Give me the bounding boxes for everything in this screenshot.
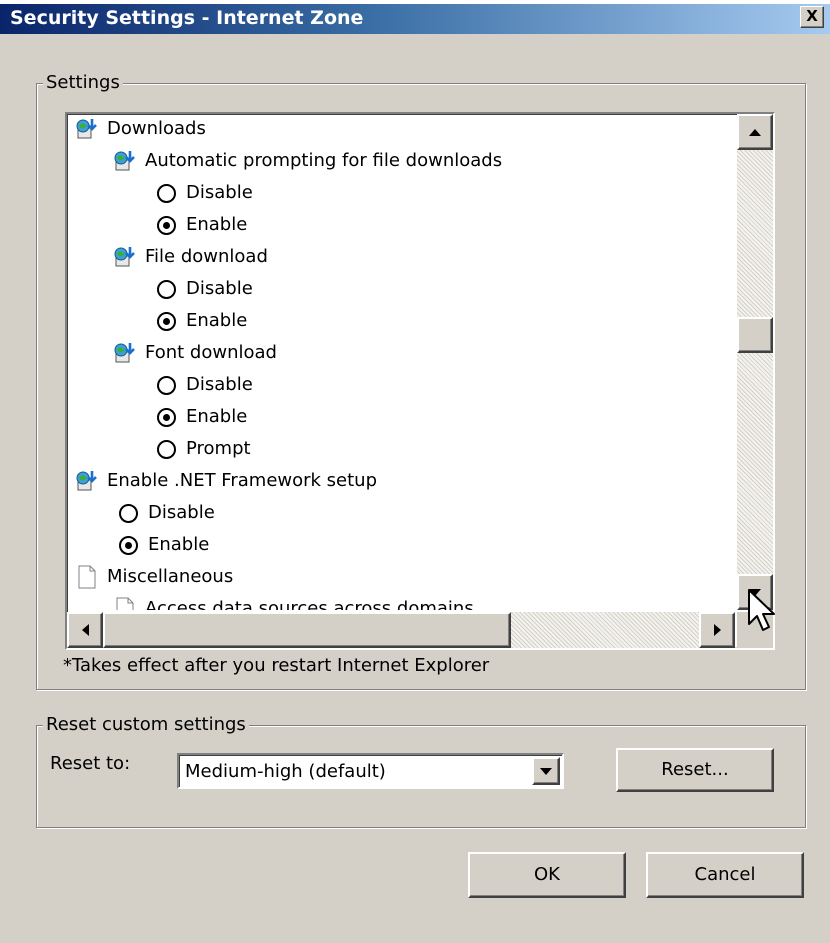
settings-tree: Downloads Automatic prompting for file do… <box>67 114 735 610</box>
tree-setting[interactable]: Access data sources across domains <box>113 593 474 610</box>
tree-item-label: Disable <box>186 374 253 395</box>
vertical-scroll-thumb[interactable] <box>737 317 773 353</box>
arrow-up-icon <box>749 128 761 136</box>
tree-item-label: Downloads <box>107 118 206 139</box>
tree-item-label: Enable <box>186 310 248 331</box>
tree-item-label: Disable <box>186 278 253 299</box>
radio-option[interactable]: Enable <box>155 401 247 433</box>
settings-globe-icon <box>113 341 137 365</box>
settings-group-legend: Settings <box>43 71 123 95</box>
settings-globe-icon <box>113 245 137 269</box>
tree-item-label: Enable <box>186 406 248 427</box>
tree-setting[interactable]: Font download <box>113 337 277 369</box>
settings-globe-icon <box>75 117 99 141</box>
vertical-scrollbar[interactable] <box>737 114 773 610</box>
reset-group-legend: Reset custom settings <box>43 713 249 737</box>
tree-item-label: File download <box>145 246 268 267</box>
radio-dot <box>163 221 170 229</box>
radio-option[interactable]: Disable <box>155 273 253 305</box>
document-icon <box>113 597 137 610</box>
tree-item-label: Disable <box>186 182 253 203</box>
radio-unselected-icon[interactable] <box>157 183 176 203</box>
radio-option[interactable]: Disable <box>155 177 253 209</box>
horizontal-scrollbar[interactable] <box>67 612 735 648</box>
tree-item-label: Enable <box>186 214 248 235</box>
radio-selected-icon[interactable] <box>157 311 176 331</box>
radio-unselected-icon[interactable] <box>157 279 176 299</box>
tree-item-label: Font download <box>145 342 277 363</box>
cancel-button[interactable]: Cancel <box>646 852 804 898</box>
reset-level-value: Medium-high (default) <box>185 761 386 782</box>
tree-category[interactable]: Downloads <box>75 114 206 145</box>
radio-option[interactable]: Disable <box>117 497 215 529</box>
radio-unselected-icon[interactable] <box>157 439 176 459</box>
radio-option[interactable]: Disable <box>155 369 253 401</box>
arrow-left-icon <box>81 624 89 636</box>
window-title: Security Settings - Internet Zone <box>10 7 364 29</box>
radio-selected-icon[interactable] <box>157 215 176 235</box>
arrow-right-icon <box>713 624 721 636</box>
radio-option[interactable]: Enable <box>117 529 209 561</box>
mouse-cursor-icon <box>748 589 775 631</box>
radio-unselected-icon[interactable] <box>157 375 176 395</box>
reset-to-label: Reset to: <box>50 753 131 774</box>
restart-note: *Takes effect after you restart Internet… <box>63 655 490 676</box>
settings-tree-list[interactable]: Downloads Automatic prompting for file do… <box>65 112 775 650</box>
scroll-right-button[interactable] <box>699 612 735 648</box>
tree-setting[interactable]: Automatic prompting for file downloads <box>113 145 502 177</box>
tree-item-label: Miscellaneous <box>107 566 234 587</box>
tree-item-label: Enable <box>148 534 210 555</box>
ok-button[interactable]: OK <box>468 852 626 898</box>
radio-dot <box>163 413 170 421</box>
radio-selected-icon[interactable] <box>157 407 176 427</box>
scroll-left-button[interactable] <box>67 612 103 648</box>
tree-setting[interactable]: File download <box>113 241 268 273</box>
document-icon <box>75 565 99 589</box>
radio-option[interactable]: Enable <box>155 209 247 241</box>
chevron-down-icon <box>540 767 552 775</box>
tree-item-label: Disable <box>148 502 215 523</box>
radio-option[interactable]: Enable <box>155 305 247 337</box>
title-bar: Security Settings - Internet Zone X <box>0 0 830 34</box>
radio-dot <box>163 317 170 325</box>
radio-unselected-icon[interactable] <box>119 503 138 523</box>
radio-option[interactable]: Prompt <box>155 433 251 465</box>
dropdown-arrow-button[interactable] <box>532 757 560 785</box>
radio-dot <box>125 541 132 549</box>
tree-category[interactable]: Enable .NET Framework setup <box>75 465 377 497</box>
settings-globe-icon <box>75 469 99 493</box>
horizontal-scroll-thumb[interactable] <box>103 612 511 648</box>
close-button[interactable]: X <box>800 6 824 28</box>
radio-selected-icon[interactable] <box>119 535 138 555</box>
reset-button[interactable]: Reset... <box>616 748 774 792</box>
tree-item-label: Enable .NET Framework setup <box>107 470 378 491</box>
tree-item-label: Access data sources across domains <box>145 598 474 610</box>
tree-item-label: Automatic prompting for file downloads <box>145 150 503 171</box>
scroll-up-button[interactable] <box>737 114 773 150</box>
tree-item-label: Prompt <box>186 438 251 459</box>
reset-level-dropdown[interactable]: Medium-high (default) <box>177 753 564 789</box>
tree-category[interactable]: Miscellaneous <box>75 561 233 593</box>
settings-globe-icon <box>113 149 137 173</box>
